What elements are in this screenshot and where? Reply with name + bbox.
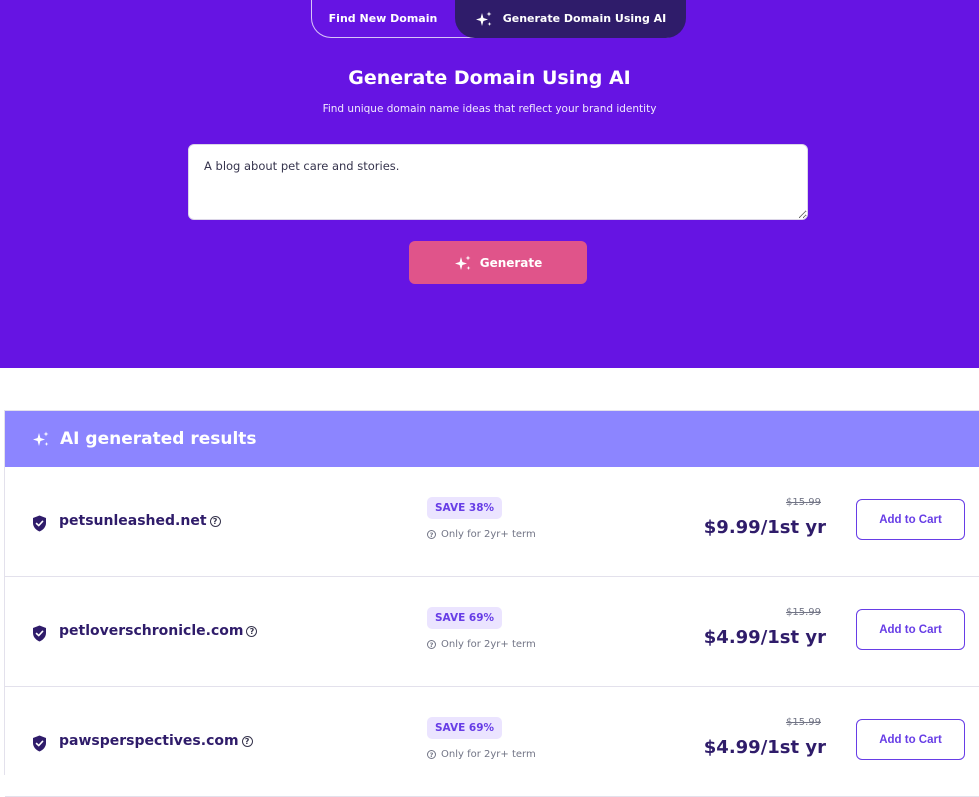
generate-button-label: Generate: [479, 255, 543, 270]
results-header-label: AI generated results: [60, 429, 257, 449]
add-to-cart-button[interactable]: Add to Cart: [856, 719, 965, 760]
domain-text: petloverschronicle.com: [59, 623, 244, 639]
hero-section: Find New Domain Generate Domain Using AI…: [0, 0, 979, 368]
page-subtitle: Find unique domain name ideas that refle…: [322, 103, 657, 115]
term-text: Only for 2yr+ term: [441, 749, 536, 760]
results-panel: AI generated results petsunleashed.net ?…: [4, 410, 979, 797]
save-badge: SAVE 69%: [427, 607, 503, 629]
price: $4.99/1st yr: [703, 737, 826, 758]
result-row: pawsperspectives.com ? SAVE 69% ? Only f…: [5, 687, 979, 797]
help-circle-icon: ?: [427, 530, 436, 539]
original-price: $15.99: [786, 497, 821, 508]
tab-ai-label: Generate Domain Using AI: [502, 12, 667, 25]
term-text: Only for 2yr+ term: [441, 529, 536, 540]
result-row: petsunleashed.net ? SAVE 38% ? Only for …: [5, 467, 979, 577]
shield-check-icon: [33, 515, 46, 532]
results-header: AI generated results: [5, 411, 979, 467]
help-circle-icon[interactable]: ?: [241, 735, 253, 747]
domain-name: petsunleashed.net ?: [59, 513, 221, 529]
term-note: ? Only for 2yr+ term: [427, 639, 536, 650]
original-price: $15.99: [786, 607, 821, 618]
generate-button[interactable]: Generate: [409, 241, 587, 284]
term-note: ? Only for 2yr+ term: [427, 529, 536, 540]
price: $4.99/1st yr: [703, 627, 826, 648]
price: $9.99/1st yr: [703, 517, 826, 538]
domain-name: petloverschronicle.com ?: [59, 623, 258, 639]
help-circle-icon: ?: [427, 750, 436, 759]
term-text: Only for 2yr+ term: [441, 639, 536, 650]
tab-find-new-domain[interactable]: Find New Domain: [312, 0, 454, 37]
sparkle-icon: [454, 255, 471, 270]
shield-check-icon: [33, 625, 46, 642]
domain-text: petsunleashed.net: [59, 513, 207, 529]
help-circle-icon[interactable]: ?: [209, 515, 221, 527]
original-price: $15.99: [786, 717, 821, 728]
save-badge: SAVE 69%: [427, 717, 503, 739]
help-circle-icon[interactable]: ?: [246, 625, 258, 637]
sparkle-icon: [33, 431, 49, 446]
domain-mode-toggle: Find New Domain Generate Domain Using AI: [311, 0, 686, 38]
help-circle-icon: ?: [427, 640, 436, 649]
domain-name: pawsperspectives.com ?: [59, 733, 253, 749]
add-to-cart-button[interactable]: Add to Cart: [856, 499, 965, 540]
page-title: Generate Domain Using AI: [348, 67, 631, 89]
domain-text: pawsperspectives.com: [59, 733, 239, 749]
tab-find-label: Find New Domain: [328, 12, 438, 25]
shield-check-icon: [33, 735, 46, 752]
save-badge: SAVE 38%: [427, 497, 503, 519]
sparkle-icon: [475, 11, 492, 26]
term-note: ? Only for 2yr+ term: [427, 749, 536, 760]
result-row: petloverschronicle.com ? SAVE 69% ? Only…: [5, 577, 979, 687]
add-to-cart-button[interactable]: Add to Cart: [856, 609, 965, 650]
domain-description-input[interactable]: A blog about pet care and stories.: [188, 144, 808, 220]
tab-generate-domain-ai[interactable]: Generate Domain Using AI: [455, 0, 686, 38]
